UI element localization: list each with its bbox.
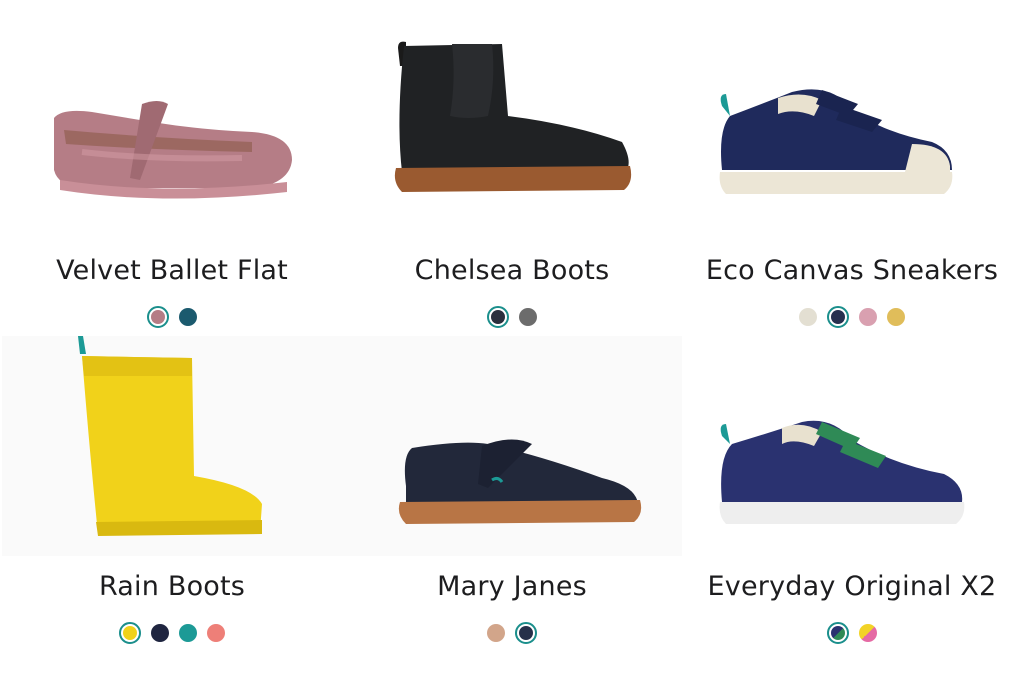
- rain-boots-image[interactable]: [2, 336, 342, 556]
- color-swatch[interactable]: [827, 306, 849, 328]
- product-name[interactable]: Mary Janes: [342, 571, 682, 602]
- color-swatch[interactable]: [799, 308, 817, 326]
- product-name[interactable]: Eco Canvas Sneakers: [682, 255, 1022, 286]
- product-card-mary-janes[interactable]: Mary Janes: [342, 336, 682, 666]
- color-swatches: [342, 306, 682, 328]
- product-name[interactable]: Everyday Original X2: [682, 571, 1022, 602]
- product-name[interactable]: Rain Boots: [2, 571, 342, 602]
- color-swatch[interactable]: [859, 624, 877, 642]
- color-swatch[interactable]: [827, 622, 849, 644]
- product-grid: Velvet Ballet Flat Chelsea Boots Eco Can…: [0, 0, 1022, 700]
- color-swatches: [342, 622, 682, 644]
- color-swatch[interactable]: [207, 624, 225, 642]
- color-swatches: [2, 622, 342, 644]
- product-card-eco-canvas-sneakers[interactable]: Eco Canvas Sneakers: [682, 20, 1022, 350]
- color-swatches: [682, 306, 1022, 328]
- color-swatch[interactable]: [119, 622, 141, 644]
- color-swatch[interactable]: [179, 308, 197, 326]
- color-swatch[interactable]: [515, 622, 537, 644]
- color-swatch[interactable]: [151, 624, 169, 642]
- product-card-rain-boots[interactable]: Rain Boots: [2, 336, 342, 666]
- color-swatches: [2, 306, 342, 328]
- mary-janes-image[interactable]: [342, 336, 682, 556]
- color-swatch[interactable]: [179, 624, 197, 642]
- everyday-original-x2-image[interactable]: [682, 336, 1022, 556]
- color-swatch[interactable]: [487, 306, 509, 328]
- chelsea-boots-image[interactable]: [342, 20, 682, 240]
- color-swatch[interactable]: [887, 308, 905, 326]
- product-card-everyday-original-x2[interactable]: Everyday Original X2: [682, 336, 1022, 666]
- velvet-ballet-flat-image[interactable]: [2, 20, 342, 240]
- color-swatch[interactable]: [147, 306, 169, 328]
- color-swatch[interactable]: [519, 308, 537, 326]
- color-swatch[interactable]: [859, 308, 877, 326]
- product-card-velvet-ballet-flat[interactable]: Velvet Ballet Flat: [2, 20, 342, 350]
- color-swatches: [682, 622, 1022, 644]
- color-swatch[interactable]: [487, 624, 505, 642]
- product-name[interactable]: Chelsea Boots: [342, 255, 682, 286]
- product-card-chelsea-boots[interactable]: Chelsea Boots: [342, 20, 682, 350]
- eco-canvas-sneakers-image[interactable]: [682, 20, 1022, 240]
- product-name[interactable]: Velvet Ballet Flat: [2, 255, 342, 286]
